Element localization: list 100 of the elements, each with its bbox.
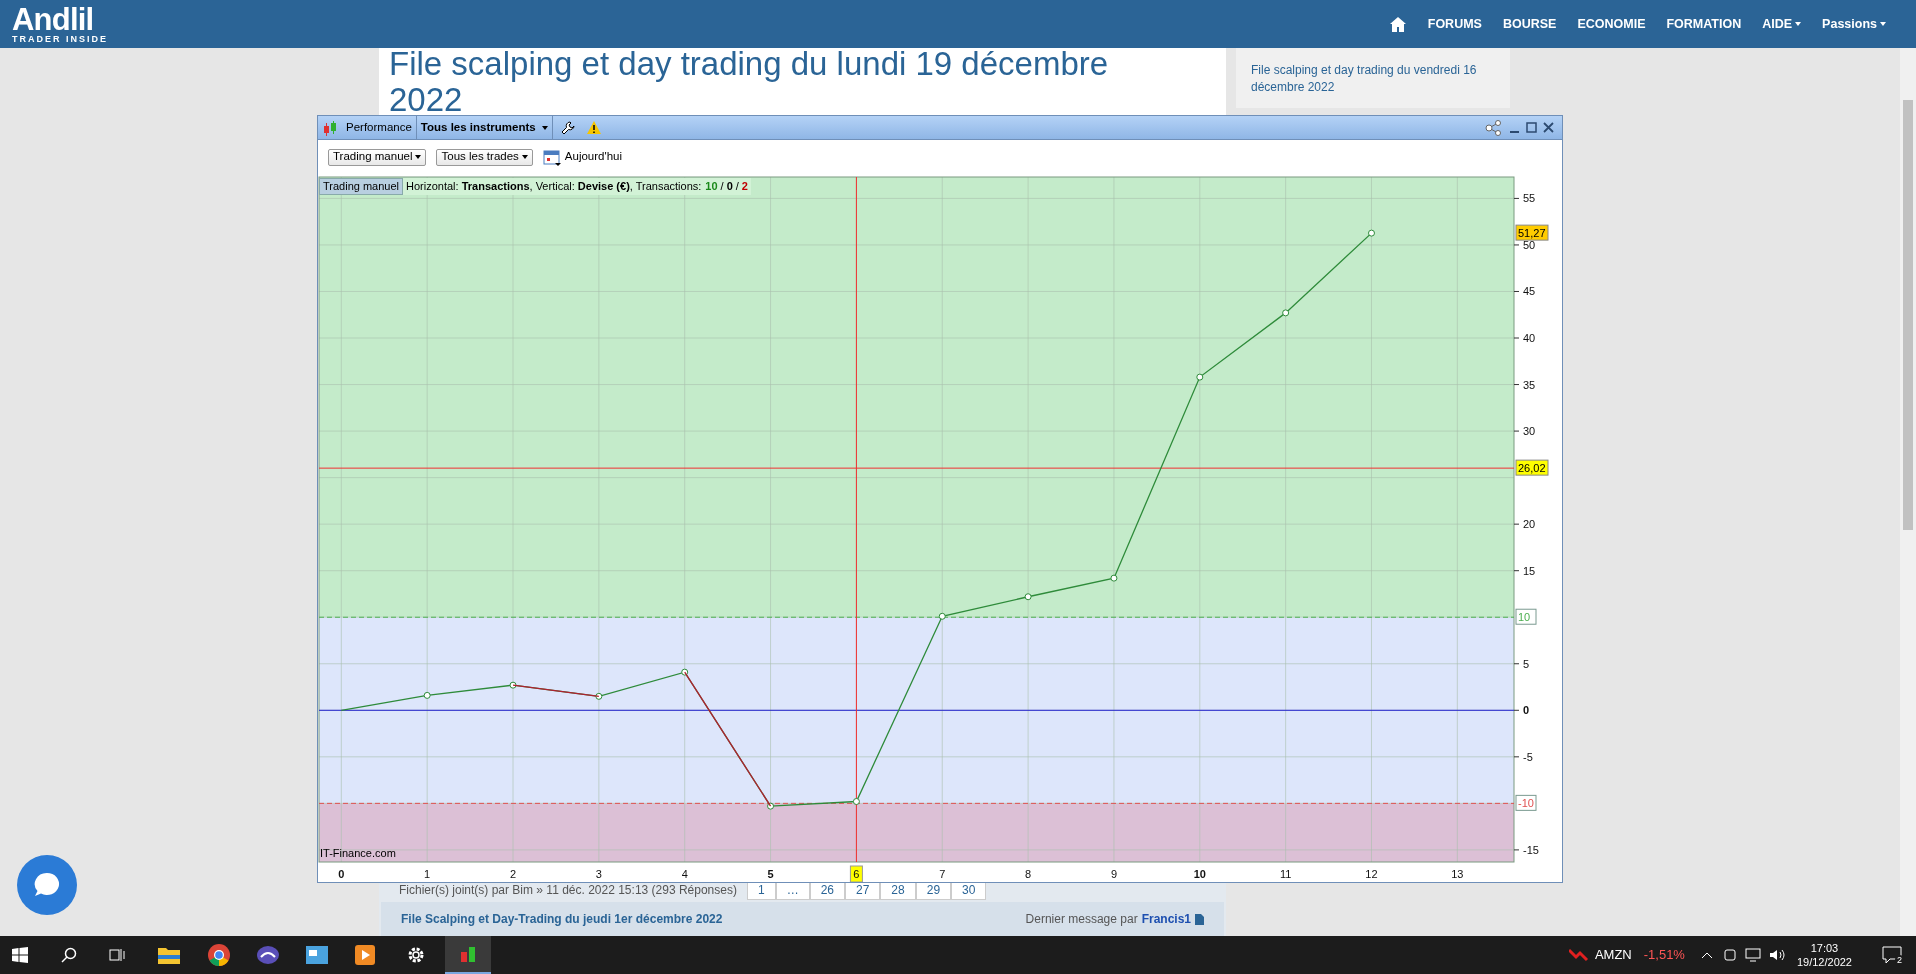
y-tick-label: 5 bbox=[1513, 657, 1530, 670]
x-tick-label: 6 bbox=[849, 865, 863, 882]
media-player-icon[interactable] bbox=[355, 945, 375, 965]
y-tick-label: -5 bbox=[1513, 750, 1533, 763]
share-icon[interactable] bbox=[1485, 119, 1503, 136]
trading-app-button[interactable] bbox=[445, 936, 491, 974]
nav-link[interactable]: BOURSE bbox=[1502, 14, 1557, 34]
settings-icon[interactable] bbox=[407, 946, 425, 964]
y-tick-label: 50 bbox=[1523, 238, 1536, 251]
x-tick-label: 1 bbox=[424, 868, 431, 880]
network-icon[interactable] bbox=[1744, 948, 1761, 962]
y-tick-label: 45 bbox=[1513, 285, 1536, 298]
value-tag: 26,02 bbox=[1515, 459, 1549, 476]
notification-icon[interactable] bbox=[1882, 946, 1902, 964]
x-tick-label: 7 bbox=[939, 868, 946, 880]
nav-link[interactable]: ECONOMIE bbox=[1577, 14, 1646, 34]
date-label: Aujourd'hui bbox=[564, 149, 623, 165]
y-tick-label: 30 bbox=[1513, 425, 1536, 438]
point bbox=[1367, 229, 1375, 237]
x-tick-label: 4 bbox=[681, 868, 688, 880]
task-view-icon[interactable] bbox=[109, 948, 125, 962]
y-tick-label: 15 bbox=[1523, 564, 1536, 577]
point bbox=[1282, 309, 1290, 317]
point bbox=[1196, 373, 1204, 381]
app-icon[interactable] bbox=[257, 945, 279, 965]
wrench-icon[interactable] bbox=[560, 120, 575, 135]
point bbox=[1024, 593, 1032, 601]
transaction-count: 10 bbox=[705, 179, 718, 195]
chevron-up-icon[interactable] bbox=[1700, 951, 1713, 959]
point bbox=[938, 612, 946, 620]
warning-icon[interactable] bbox=[586, 121, 601, 135]
ref-line-label: 10 bbox=[1518, 611, 1531, 624]
separator-text: / bbox=[735, 179, 739, 195]
windows-icon[interactable] bbox=[12, 947, 28, 963]
y-tick-label: 35 bbox=[1523, 378, 1536, 391]
x-tick-label: 5 bbox=[767, 868, 774, 880]
point bbox=[423, 691, 431, 699]
y-tick-label: 35 bbox=[1513, 378, 1536, 391]
x-tick-label: 13 bbox=[1451, 868, 1464, 880]
x-tick-label: 8 bbox=[1025, 868, 1032, 880]
y-tick-label: -15 bbox=[1513, 843, 1539, 856]
nav-link[interactable]: FORMATION bbox=[1666, 14, 1742, 34]
nav-link[interactable]: FORUMS bbox=[1427, 14, 1482, 34]
transaction-count: 2 bbox=[741, 179, 748, 195]
x-tick-label: 2 bbox=[509, 868, 517, 880]
bar-chart-icon bbox=[459, 945, 477, 963]
clock-date: 19/12/2022 bbox=[1796, 955, 1852, 969]
transaction-count: 0 bbox=[726, 179, 733, 195]
author-link[interactable]: Francis1 bbox=[1141, 910, 1191, 928]
scrollbar-thumb[interactable] bbox=[1903, 100, 1913, 530]
browser-icon[interactable] bbox=[208, 944, 230, 966]
y-tick-label: 0 bbox=[1523, 704, 1530, 717]
y-tick-label: 40 bbox=[1523, 332, 1536, 345]
ticker-change: -1,51% bbox=[1643, 946, 1685, 965]
y-tick-label: 30 bbox=[1523, 425, 1536, 438]
close-icon[interactable] bbox=[1543, 122, 1554, 134]
speaker-icon[interactable] bbox=[1768, 948, 1785, 962]
filter-dropdown[interactable]: Tous les trades bbox=[436, 148, 533, 166]
y-tick-label: 40 bbox=[1513, 332, 1536, 344]
page-title: File scalping et day trading du lundi 19 décembre 2022 bbox=[388, 46, 1110, 118]
window-title: Performance bbox=[346, 119, 412, 135]
x-tick-label: 9 bbox=[1110, 868, 1117, 880]
topic-link[interactable]: File Scalping et Day-Trading du jeudi 1er décembre 2022 bbox=[401, 910, 723, 928]
document-icon bbox=[1195, 913, 1204, 925]
maximize-icon[interactable] bbox=[1526, 122, 1537, 134]
logo-tagline: TRADER INSIDE bbox=[12, 35, 108, 44]
y-tick-label: 55 bbox=[1513, 192, 1536, 205]
candlestick-icon bbox=[322, 119, 338, 136]
y-tick-label: 15 bbox=[1513, 564, 1536, 577]
chart-tab[interactable]: Trading manuel bbox=[319, 178, 404, 195]
folder-icon[interactable] bbox=[158, 946, 180, 964]
y-tick-label: 45 bbox=[1523, 285, 1536, 298]
separator-text: / bbox=[720, 179, 724, 195]
value-tag: 10 bbox=[1515, 608, 1537, 625]
site-logo[interactable]: Andlil bbox=[12, 4, 108, 35]
y-tick-label: 20 bbox=[1523, 518, 1536, 531]
y-tick-label: -5 bbox=[1523, 750, 1533, 763]
last-post-label: Dernier message par bbox=[1025, 911, 1138, 928]
search-icon[interactable] bbox=[61, 947, 77, 963]
point bbox=[1110, 574, 1118, 582]
y-tick-label: 50 bbox=[1513, 238, 1536, 251]
filter-dropdown[interactable]: Trading manuel bbox=[328, 148, 427, 166]
nav-link[interactable]: Passions bbox=[1822, 14, 1886, 34]
y-tick-label: 20 bbox=[1513, 518, 1536, 531]
calendar-icon[interactable] bbox=[542, 148, 561, 167]
trend-down-icon bbox=[1568, 948, 1589, 962]
point bbox=[852, 798, 860, 805]
clock-time: 17:03 bbox=[1810, 941, 1839, 955]
x-tick-label: 12 bbox=[1365, 868, 1378, 880]
instrument-dropdown[interactable]: Tous les instruments bbox=[416, 116, 553, 140]
notification-count: 2 bbox=[1895, 955, 1904, 966]
home-icon[interactable] bbox=[1388, 15, 1407, 33]
x-tick-label: 3 bbox=[595, 868, 602, 880]
device-icon[interactable] bbox=[1722, 948, 1737, 962]
source-label: IT-Finance.com bbox=[320, 846, 396, 861]
nav-link[interactable]: AIDE bbox=[1762, 14, 1802, 34]
y-tick-label: 5 bbox=[1523, 657, 1530, 670]
x-tick-label: 11 bbox=[1279, 868, 1292, 880]
x-tick-label: 10 bbox=[1193, 868, 1206, 880]
chat-button[interactable] bbox=[17, 855, 77, 915]
